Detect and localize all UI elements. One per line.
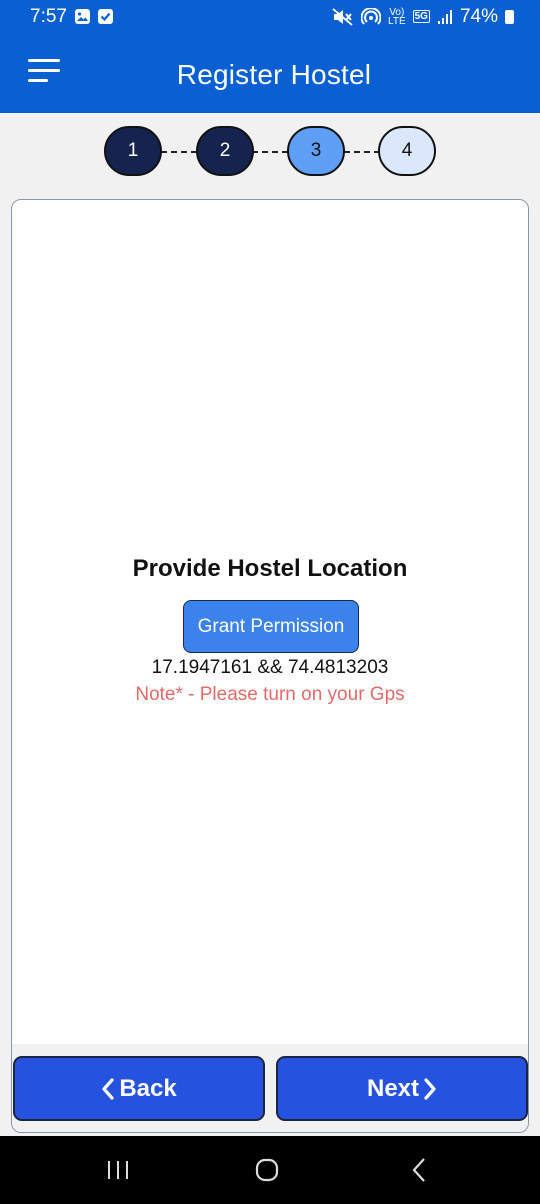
back-button[interactable]: Back [13, 1056, 265, 1121]
lte-label: LTE [388, 15, 406, 27]
next-button-label: Next [366, 1074, 420, 1102]
app-screen: 7:57 Vo) LTE 5G 74% Register Hostel 1 2 … [0, 0, 540, 1204]
app-bar: Register Hostel [0, 33, 540, 113]
step-connector [252, 151, 288, 153]
signal-icon [437, 9, 452, 24]
gallery-icon [74, 9, 90, 24]
back-icon[interactable] [405, 1156, 435, 1184]
location-card: Provide Hostel Location Grant Permission… [11, 199, 529, 1133]
status-right: Vo) LTE 5G 74% [332, 6, 514, 28]
step-3: 3 [287, 126, 345, 176]
step-connector [161, 151, 197, 153]
chevron-right-icon [424, 1077, 436, 1100]
network-label: 5G [414, 11, 428, 22]
step-number: 3 [310, 140, 322, 161]
step-number: 1 [127, 140, 139, 161]
grant-permission-button[interactable]: Grant Permission [183, 600, 359, 653]
step-4: 4 [378, 126, 436, 176]
check-icon [97, 9, 113, 24]
step-indicator: 1 2 3 4 [0, 113, 540, 195]
step-1: 1 [104, 126, 162, 176]
status-left: 7:57 [30, 6, 113, 28]
chevron-left-icon [102, 1077, 114, 1100]
section-title: Provide Hostel Location [132, 555, 408, 582]
status-time: 7:57 [30, 5, 67, 27]
step-number: 4 [401, 140, 413, 161]
next-button[interactable]: Next [276, 1056, 528, 1121]
battery-icon [505, 9, 514, 24]
step-connector [344, 151, 380, 153]
coordinates-text: 17.1947161 && 74.4813203 [151, 657, 389, 678]
page-title: Register Hostel [176, 59, 372, 90]
mute-icon [332, 7, 353, 26]
step-2: 2 [196, 126, 254, 176]
home-icon[interactable] [252, 1156, 282, 1184]
back-button-label: Back [119, 1074, 177, 1102]
5g-icon: 5G [412, 10, 430, 23]
status-bar: 7:57 Vo) LTE 5G 74% [0, 0, 540, 33]
step-number: 2 [219, 140, 231, 161]
hotspot-icon [361, 7, 382, 25]
gps-note: Note* - Please turn on your Gps [135, 684, 405, 705]
recent-apps-icon[interactable] [103, 1156, 133, 1184]
battery-percent: 74% [459, 5, 498, 27]
volte-icon: Vo) LTE [388, 7, 406, 27]
system-navigation-bar [0, 1136, 540, 1204]
